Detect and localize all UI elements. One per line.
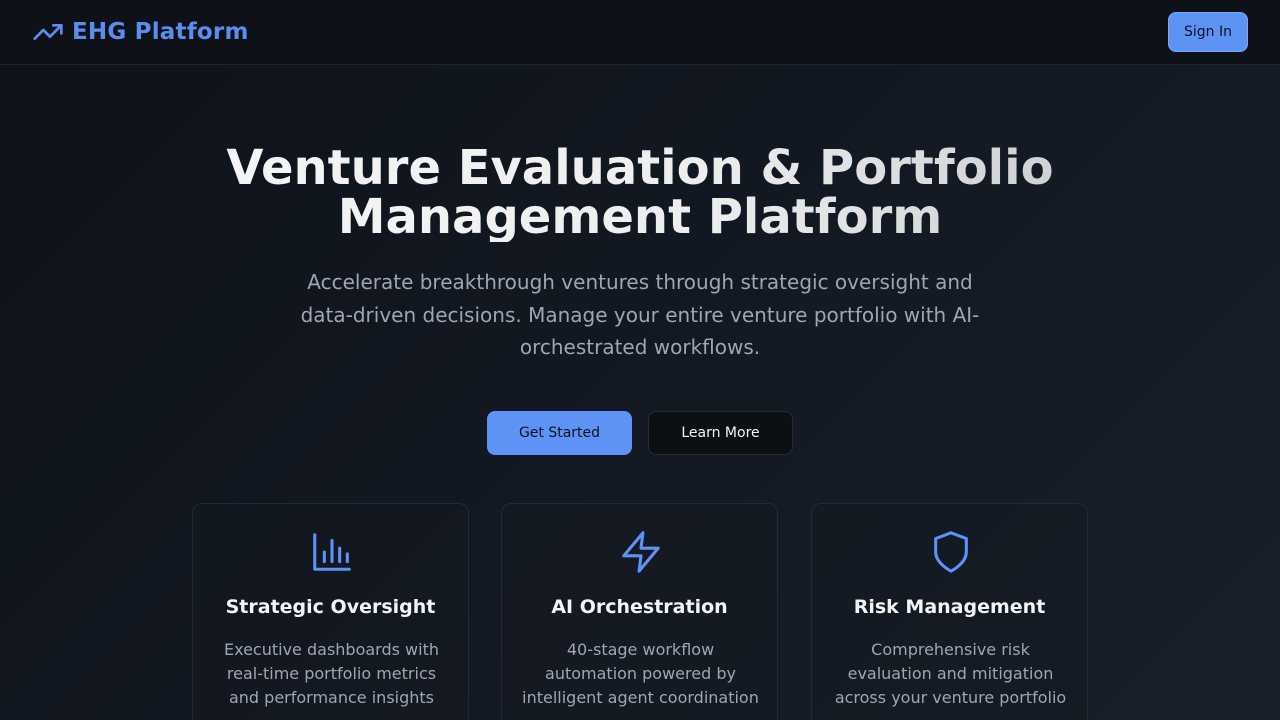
lightning-icon	[622, 531, 660, 573]
feature-card-ai-orchestration: AI Orchestration 40-stage workflow autom…	[501, 503, 778, 720]
feature-title: AI Orchestration	[551, 596, 728, 618]
hero-title-line-2: Management Platform	[337, 189, 943, 245]
shield-icon	[934, 531, 968, 573]
hero-title: Venture Evaluation & Portfolio Managemen…	[140, 144, 1140, 242]
bar-chart-icon	[313, 533, 351, 571]
feature-card-risk-management: Risk Management Comprehensive risk evalu…	[811, 503, 1088, 720]
top-navbar: EHG Platform Sign In	[0, 0, 1280, 65]
feature-description: 40-stage workflow automation powered by …	[522, 640, 759, 707]
brand-name: EHG Platform	[72, 19, 249, 45]
feature-title: Risk Management	[853, 596, 1046, 618]
feature-description: Comprehensive risk evaluation and mitiga…	[834, 640, 1067, 707]
trending-up-icon	[33, 24, 63, 40]
feature-title: Strategic Oversight	[225, 596, 436, 618]
feature-description: Executive dashboards with real-time port…	[224, 640, 439, 707]
feature-card-strategic-oversight: Strategic Oversight Executive dashboards…	[192, 503, 469, 720]
get-started-button[interactable]: Get Started	[487, 411, 632, 455]
brand-logo[interactable]: EHG Platform	[32, 16, 249, 48]
learn-more-button[interactable]: Learn More	[648, 411, 793, 455]
sign-in-button[interactable]: Sign In	[1168, 12, 1248, 52]
hero-subtitle: Accelerate breakthrough ventures through…	[300, 270, 980, 359]
hero-title-line-1: Venture Evaluation & Portfolio	[226, 140, 1054, 196]
